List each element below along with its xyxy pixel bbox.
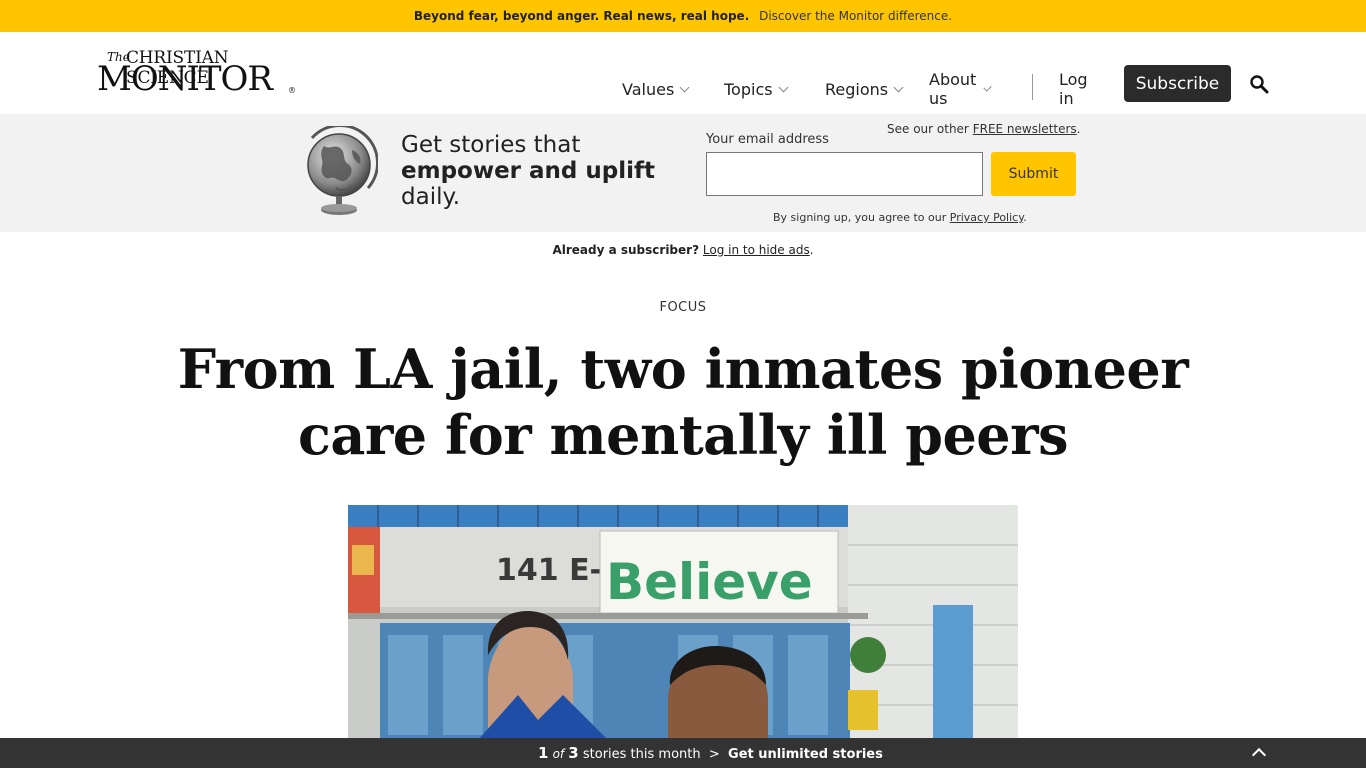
site-logo[interactable]: The CHRISTIAN SCIENCE MONITOR ® bbox=[97, 48, 299, 100]
chevron-down-icon bbox=[679, 82, 690, 92]
nav-topics[interactable]: Topics bbox=[724, 74, 789, 104]
logo-registered: ® bbox=[288, 86, 296, 95]
pitch-line-1: Get stories that bbox=[401, 132, 581, 158]
meter-separator: > bbox=[708, 747, 720, 762]
pitch-line-2: empower and uplift bbox=[401, 158, 655, 184]
chevron-down-icon bbox=[893, 82, 904, 92]
chevron-up-icon[interactable] bbox=[1251, 747, 1267, 763]
nav-values[interactable]: Values bbox=[622, 74, 690, 104]
meter-label: stories this month bbox=[582, 747, 701, 762]
nav-regions[interactable]: Regions bbox=[825, 74, 904, 104]
meter-count: 1 bbox=[538, 744, 549, 762]
get-unlimited-link[interactable]: Get unlimited stories bbox=[728, 747, 883, 762]
story-meter[interactable]: 1 of 3 stories this month > Get unlimite… bbox=[538, 744, 883, 762]
nav-values-label: Values bbox=[622, 79, 675, 99]
subscriber-notice: Already a subscriber? Log in to hide ads… bbox=[0, 243, 1366, 257]
terms-prefix: By signing up, you agree to our bbox=[773, 211, 947, 224]
logo-line2: MONITOR bbox=[97, 59, 273, 99]
login-link[interactable]: Log in bbox=[1059, 70, 1088, 108]
email-input[interactable] bbox=[706, 152, 983, 196]
article-kicker[interactable]: FOCUS bbox=[0, 300, 1366, 315]
terms-suffix: . bbox=[1023, 211, 1027, 224]
nav-divider bbox=[1032, 74, 1033, 100]
nav-about-label: About us bbox=[929, 70, 977, 108]
email-label: Your email address bbox=[706, 132, 829, 147]
pitch-line-3: daily. bbox=[401, 184, 461, 210]
newsletter-signup: Get stories that empower and uplift dail… bbox=[0, 114, 1366, 232]
hide-ads-login-link[interactable]: Log in to hide ads bbox=[703, 243, 810, 257]
nav-regions-label: Regions bbox=[825, 79, 889, 99]
nav-topics-label: Topics bbox=[724, 79, 773, 99]
photo-banner-text: Believe bbox=[606, 553, 813, 611]
privacy-policy-link[interactable]: Privacy Policy bbox=[950, 211, 1023, 224]
newsletter-pitch: Get stories that empower and uplift dail… bbox=[401, 132, 655, 210]
meter-of: of bbox=[552, 747, 565, 761]
chevron-down-icon bbox=[778, 82, 789, 92]
chevron-down-icon bbox=[983, 82, 993, 92]
article-photo: 141 E-P Believe bbox=[348, 505, 1018, 740]
other-newsletters-prefix: See our other bbox=[887, 122, 969, 136]
subscriber-prefix: Already a subscriber? bbox=[552, 243, 700, 257]
subscriber-suffix: . bbox=[809, 243, 814, 257]
submit-button[interactable]: Submit bbox=[991, 152, 1076, 196]
promo-bar[interactable]: Beyond fear, beyond anger. Real news, re… bbox=[0, 0, 1366, 32]
search-icon[interactable] bbox=[1249, 74, 1271, 96]
story-meter-bar: 1 of 3 stories this month > Get unlimite… bbox=[0, 738, 1366, 768]
site-header: The CHRISTIAN SCIENCE MONITOR ® Values T… bbox=[0, 32, 1366, 114]
privacy-notice: By signing up, you agree to our Privacy … bbox=[773, 211, 1027, 224]
other-newsletters-suffix: . bbox=[1076, 122, 1081, 136]
other-newsletters: See our other FREE newsletters. bbox=[887, 122, 1081, 136]
promo-tagline: Beyond fear, beyond anger. Real news, re… bbox=[413, 9, 750, 23]
free-newsletters-link[interactable]: FREE newsletters bbox=[973, 122, 1077, 136]
nav-about[interactable]: About us bbox=[929, 70, 993, 108]
meter-total: 3 bbox=[568, 744, 579, 762]
article-headline: From LA jail, two inmates pioneer care f… bbox=[177, 337, 1189, 467]
globe-icon bbox=[300, 124, 379, 220]
subscribe-button[interactable]: Subscribe bbox=[1124, 65, 1231, 102]
promo-link[interactable]: Discover the Monitor difference. bbox=[759, 9, 952, 23]
